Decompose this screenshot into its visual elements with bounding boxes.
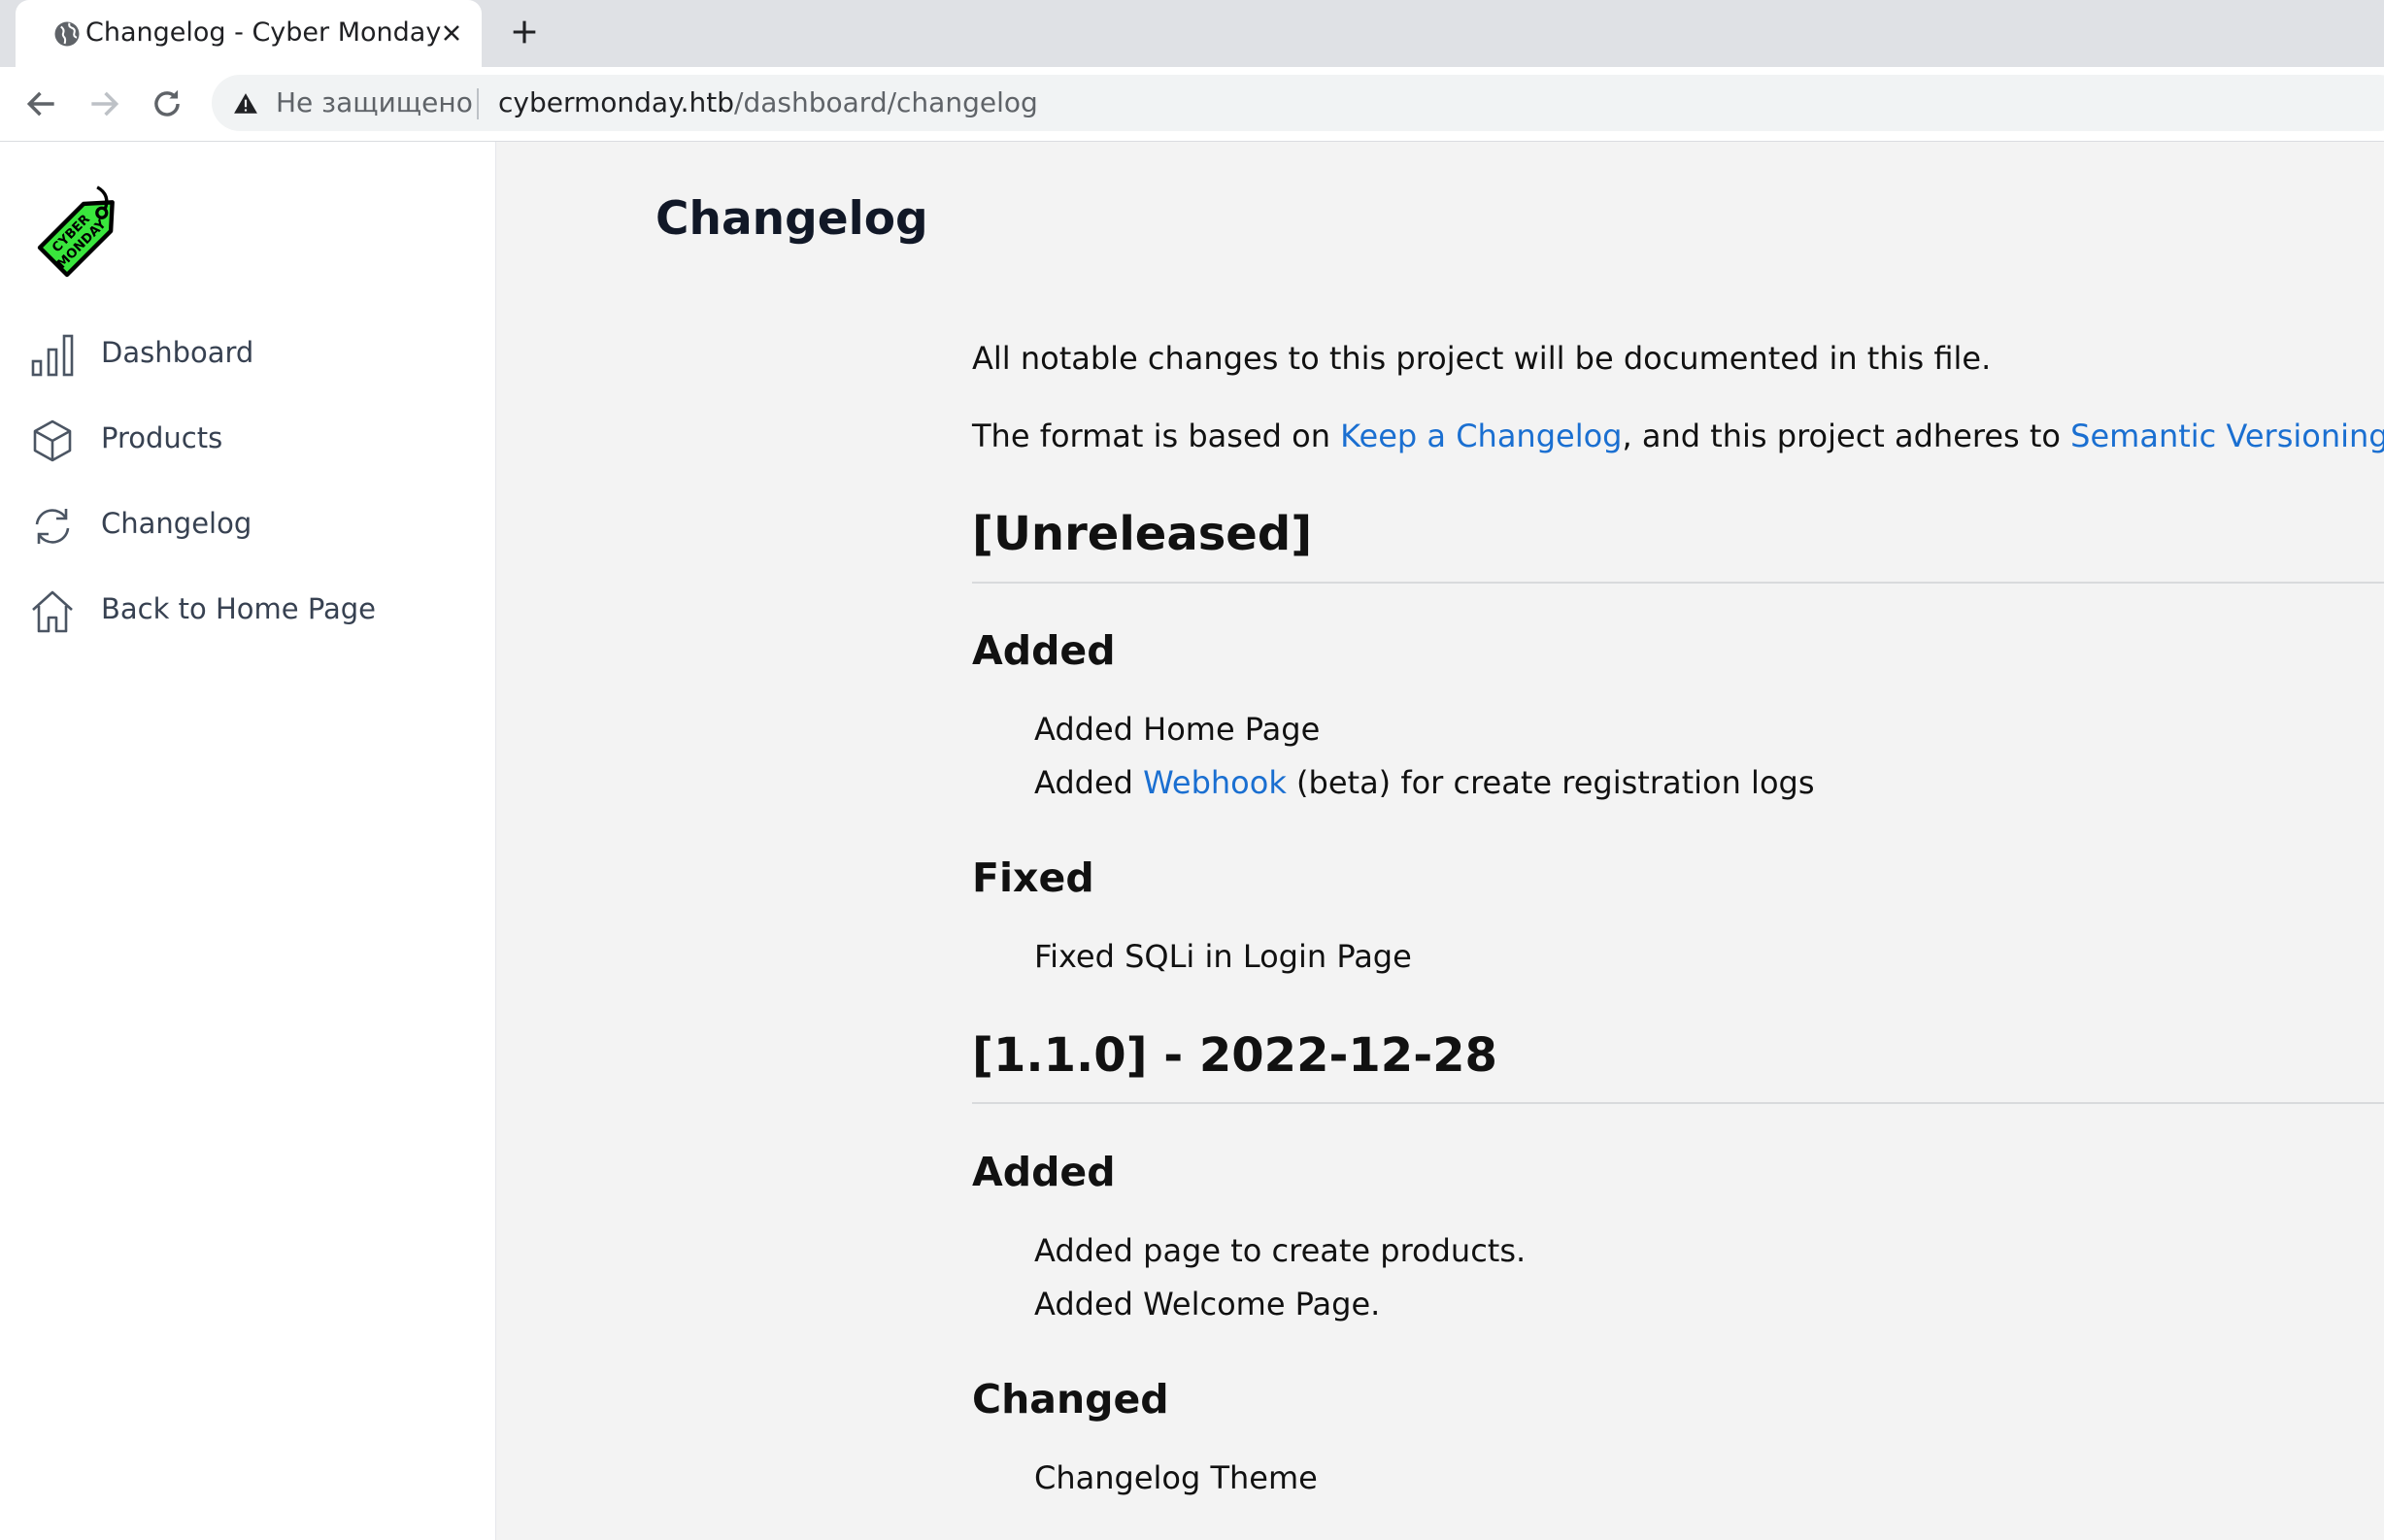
browser-toolbar: Не защищено cybermonday.htb/dashboard/ch… bbox=[0, 67, 2384, 142]
list-item: Added Webhook (beta) for create registra… bbox=[1034, 764, 1815, 801]
url-text[interactable]: cybermonday.htb/dashboard/changelog bbox=[498, 86, 1038, 118]
page-title: Changelog bbox=[655, 192, 928, 246]
sidebar-item-products[interactable]: Products bbox=[29, 412, 476, 464]
sidebar-item-label: Dashboard bbox=[101, 336, 254, 369]
format-text-mid: , and this project adheres to bbox=[1622, 418, 2071, 454]
subheading-added: Added bbox=[972, 1149, 1116, 1195]
home-icon bbox=[32, 590, 73, 633]
box-icon bbox=[33, 419, 72, 462]
url-path: /dashboard/changelog bbox=[734, 86, 1038, 118]
sidebar-item-label: Changelog bbox=[101, 507, 252, 540]
main-content: Changelog All notable changes to this pr… bbox=[496, 142, 2384, 1540]
subheading-fixed: Fixed bbox=[972, 854, 1094, 901]
list-item: Added Home Page bbox=[1034, 711, 1321, 748]
sidebar-item-home[interactable]: Back to Home Page bbox=[29, 583, 476, 635]
list-item: Added Welcome Page. bbox=[1034, 1286, 1381, 1322]
list-item-prefix: Added bbox=[1034, 764, 1144, 801]
semantic-versioning-link[interactable]: Semantic Versioning bbox=[2070, 418, 2384, 454]
sidebar-item-label: Back to Home Page bbox=[101, 592, 377, 625]
section-divider bbox=[972, 1102, 2384, 1104]
keep-a-changelog-link[interactable]: Keep a Changelog bbox=[1340, 418, 1622, 454]
intro-paragraph: All notable changes to this project will… bbox=[972, 340, 1992, 377]
url-host: cybermonday.htb bbox=[498, 86, 735, 118]
section-divider bbox=[972, 582, 2384, 584]
sidebar-item-label: Products bbox=[101, 421, 223, 454]
address-bar[interactable]: Не защищено cybermonday.htb/dashboard/ch… bbox=[212, 75, 2384, 131]
subheading-changed: Changed bbox=[972, 1376, 1169, 1423]
list-item: Changelog Theme bbox=[1034, 1459, 1318, 1496]
sidebar-item-dashboard[interactable]: Dashboard bbox=[29, 326, 476, 379]
sidebar: CYBER MONDAY Dashboard Products Changelo… bbox=[0, 142, 496, 1540]
reload-icon[interactable] bbox=[149, 85, 185, 122]
globe-icon bbox=[54, 21, 80, 47]
cyber-monday-logo[interactable]: CYBER MONDAY bbox=[27, 181, 134, 287]
format-text-prefix: The format is based on bbox=[972, 418, 1341, 454]
address-separator bbox=[477, 88, 479, 119]
format-paragraph: The format is based on Keep a Changelog,… bbox=[972, 418, 2384, 454]
new-tab-icon[interactable] bbox=[508, 16, 541, 49]
list-item-suffix: (beta) for create registration logs bbox=[1286, 764, 1815, 801]
back-arrow-icon[interactable] bbox=[23, 85, 60, 122]
forward-arrow-icon[interactable] bbox=[85, 85, 122, 122]
subheading-added: Added bbox=[972, 627, 1116, 674]
bar-chart-icon bbox=[31, 334, 74, 377]
warning-icon bbox=[234, 93, 257, 114]
section-heading-unreleased: [Unreleased] bbox=[972, 507, 1313, 561]
not-secure-label[interactable]: Не защищено bbox=[276, 86, 473, 118]
section-heading-1-1-0: [1.1.0] - 2022-12-28 bbox=[972, 1028, 1497, 1083]
browser-tabstrip: Changelog - Cyber Monday bbox=[0, 0, 2384, 67]
list-item: Fixed SQLi in Login Page bbox=[1034, 938, 1412, 975]
sidebar-item-changelog[interactable]: Changelog bbox=[29, 497, 476, 550]
list-item: Added page to create products. bbox=[1034, 1232, 1527, 1269]
tab-title: Changelog - Cyber Monday bbox=[85, 17, 442, 48]
close-icon[interactable] bbox=[438, 19, 465, 47]
webhook-link[interactable]: Webhook bbox=[1143, 764, 1287, 801]
browser-tab[interactable]: Changelog - Cyber Monday bbox=[16, 0, 482, 67]
refresh-icon bbox=[35, 509, 70, 544]
